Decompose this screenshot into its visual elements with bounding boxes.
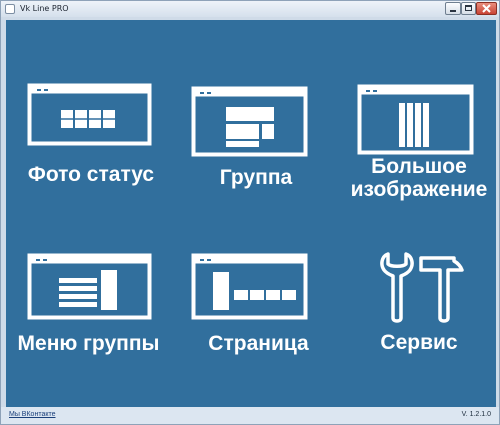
tile-label: Меню группы xyxy=(17,332,160,355)
close-button[interactable] xyxy=(476,2,497,15)
tile-label-line1: Большое xyxy=(371,155,467,178)
tile-large-image[interactable]: Большое изображение xyxy=(344,80,494,205)
tile-group[interactable]: Группа xyxy=(181,80,331,195)
maximize-icon xyxy=(465,5,472,11)
minimize-icon xyxy=(450,10,456,12)
tile-label: Сервис xyxy=(380,331,458,354)
service-tools-icon xyxy=(380,252,464,323)
tile-label: Страница xyxy=(208,332,309,355)
app-window: Vk Line PRO Фото статус Группа Большое и… xyxy=(0,0,500,425)
minimize-button[interactable] xyxy=(445,2,461,15)
tile-photo-status[interactable]: Фото статус xyxy=(16,80,166,195)
window-title: Vk Line PRO xyxy=(20,4,69,13)
tile-label-line2: изображение xyxy=(350,178,488,201)
status-bar: Мы ВКонтакте V. 1.2.1.0 xyxy=(1,407,499,424)
photo-status-icon xyxy=(27,83,152,146)
app-icon xyxy=(5,4,15,14)
maximize-button[interactable] xyxy=(461,2,476,15)
tile-service[interactable]: Сервис xyxy=(344,242,494,367)
tile-label: Группа xyxy=(219,166,293,189)
large-image-icon xyxy=(357,84,474,155)
tile-group-menu[interactable]: Меню группы xyxy=(11,248,166,363)
tile-label: Фото статус xyxy=(27,163,155,186)
group-menu-icon xyxy=(27,253,152,320)
title-bar[interactable]: Vk Line PRO xyxy=(1,1,499,17)
main-panel: Фото статус Группа Большое изображение М… xyxy=(6,20,496,407)
vk-link[interactable]: Мы ВКонтакте xyxy=(9,411,56,418)
page-icon xyxy=(191,253,308,320)
version-label: V. 1.2.1.0 xyxy=(461,411,491,418)
tile-page[interactable]: Страница xyxy=(181,248,336,363)
close-icon xyxy=(482,4,491,13)
group-icon xyxy=(191,86,308,157)
